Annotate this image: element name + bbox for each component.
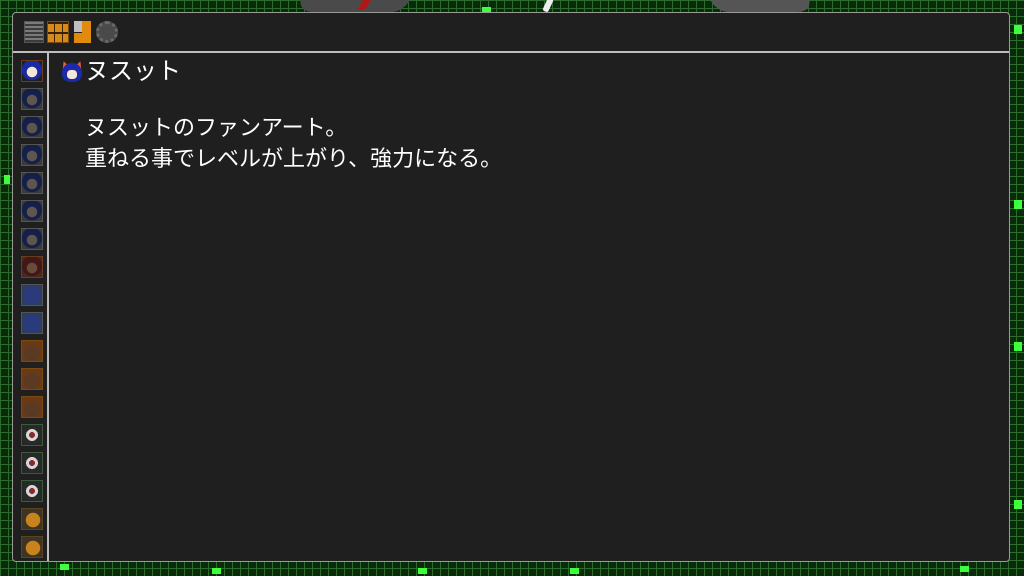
background-glow (1014, 200, 1022, 209)
character-portrait-icon[interactable] (21, 200, 43, 222)
description-line: ヌスットのファンアート。 (85, 116, 348, 141)
background-glow (418, 568, 427, 574)
background-shape (542, 0, 554, 13)
background-glow (1014, 25, 1022, 34)
background-glow (1014, 342, 1022, 351)
character-portrait-icon[interactable] (21, 144, 43, 166)
background-glow (1014, 500, 1022, 509)
item-detail-window: ヌスット ヌスットのファンアート。 重ねる事でレベルが上がり、強力になる。 (12, 12, 1010, 562)
background-glow (4, 175, 10, 184)
character-portrait-icon[interactable] (21, 396, 43, 418)
character-portrait-icon[interactable] (21, 284, 43, 306)
background-shape (703, 0, 817, 12)
character-portrait-icon[interactable] (21, 88, 43, 110)
character-portrait-icon (59, 59, 85, 83)
character-portrait-icon[interactable] (21, 116, 43, 138)
background-glow (212, 568, 221, 574)
grid-icon[interactable] (47, 21, 69, 43)
character-portrait-icon[interactable] (21, 368, 43, 390)
item-description: ヌスットのファンアート。 重ねる事でレベルが上がり、強力になる。 (85, 113, 502, 175)
fox-item-icon[interactable] (21, 536, 43, 558)
description-line: 重ねる事でレベルが上がり、強力になる。 (85, 147, 503, 172)
background-shape (293, 0, 417, 12)
list-icon[interactable] (24, 21, 44, 43)
character-portrait-icon[interactable] (21, 228, 43, 250)
ring-item-icon[interactable] (21, 424, 43, 446)
fox-item-icon[interactable] (21, 508, 43, 530)
character-portrait-icon[interactable] (21, 312, 43, 334)
item-detail-panel: ヌスット ヌスットのファンアート。 重ねる事でレベルが上がり、強力になる。 (57, 53, 1009, 561)
background-glow (570, 568, 579, 574)
ring-item-icon[interactable] (21, 452, 43, 474)
character-portrait-icon[interactable] (21, 256, 43, 278)
background-glow (960, 566, 969, 572)
character-portrait-icon[interactable] (21, 340, 43, 362)
character-portrait-icon[interactable] (21, 172, 43, 194)
background-glow (60, 564, 69, 570)
ring-item-icon[interactable] (21, 480, 43, 502)
character-portrait-icon[interactable] (21, 60, 43, 82)
item-name: ヌスット (85, 57, 181, 85)
toolbar (13, 13, 1009, 53)
item-list-sidebar (13, 53, 49, 561)
sort-icon[interactable] (74, 21, 94, 43)
gear-icon[interactable] (96, 21, 118, 43)
